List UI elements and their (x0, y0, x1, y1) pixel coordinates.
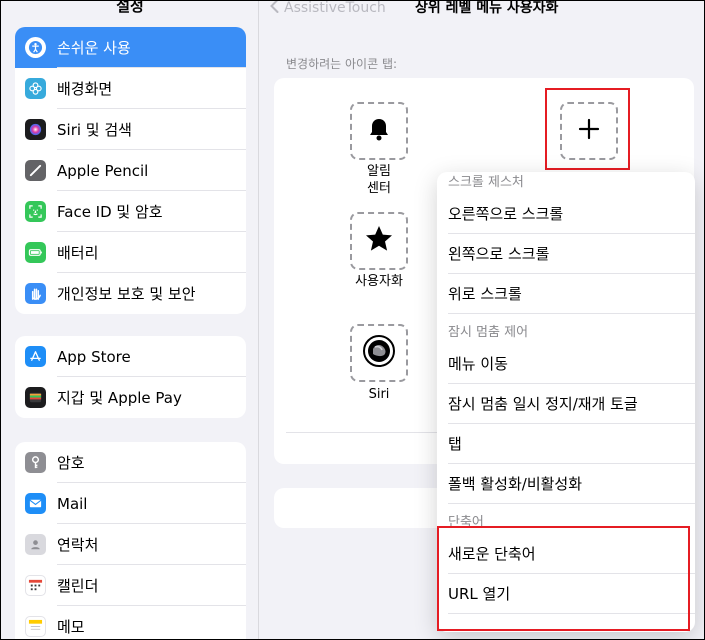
sidebar-item-label: 배경화면 (57, 80, 113, 98)
settings-sidebar: 설정 손쉬운 사용 배경화면 Siri 및 검색 Apple Pencil Fa… (1, 0, 259, 639)
action-popup-menu: 스크롤 제스처 오른쪽으로 스크롤 왼쪽으로 스크롤 위로 스크롤 잠시 멈춤 … (437, 172, 695, 632)
key-icon (25, 452, 46, 473)
slot-label-notification-center: 알림 센터 (339, 163, 419, 197)
sidebar-item-contacts[interactable]: 연락처 (15, 524, 246, 565)
siri-icon (25, 119, 46, 140)
slot-notification-center[interactable] (350, 102, 408, 160)
slot-label-custom: 사용자화 (355, 274, 403, 289)
sidebar-item-apple-pencil[interactable]: Apple Pencil (15, 150, 246, 191)
notes-icon (25, 616, 46, 637)
slot-add[interactable] (560, 102, 618, 160)
star-icon (364, 224, 394, 258)
sidebar-item-notes[interactable]: 메모 (15, 606, 246, 639)
sidebar-item-label: 캘린더 (57, 577, 99, 595)
mail-icon (25, 493, 46, 514)
sidebar-item-label: Face ID 및 암호 (57, 203, 163, 221)
menu-separator (437, 504, 695, 512)
contacts-icon (25, 534, 46, 555)
menu-item-scroll-up[interactable]: 위로 스크롤 (437, 274, 695, 314)
menu-item-new-shortcut[interactable]: 새로운 단축어 (437, 534, 695, 574)
menu-item-scroll-left[interactable]: 왼쪽으로 스크롤 (437, 234, 695, 274)
battery-icon (25, 242, 46, 263)
menu-section-header-scroll: 스크롤 제스처 (448, 175, 524, 190)
screenshot-frame: 설정 손쉬운 사용 배경화면 Siri 및 검색 Apple Pencil Fa… (0, 0, 705, 640)
sidebar-item-label: Mail (57, 494, 88, 513)
menu-section-header-dwell: 잠시 멈춤 제어 (448, 325, 529, 340)
face-id-icon (25, 201, 46, 222)
sidebar-item-siri[interactable]: Siri 및 검색 (15, 109, 246, 150)
bell-icon (365, 115, 393, 147)
calendar-icon (25, 575, 46, 596)
sidebar-item-face-id[interactable]: Face ID 및 암호 (15, 191, 246, 232)
menu-item-fallback-toggle[interactable]: 폴백 활성화/비활성화 (437, 464, 695, 504)
chevron-left-icon (270, 1, 279, 19)
sidebar-item-label: 지갑 및 Apple Pay (57, 389, 182, 407)
menu-item-move-menu[interactable]: 메뉴 이동 (437, 344, 695, 384)
sidebar-item-label: 개인정보 보호 및 보안 (57, 285, 196, 303)
back-button-label: AssistiveTouch (284, 0, 386, 16)
sidebar-item-label: Apple Pencil (57, 161, 149, 180)
sidebar-item-label: Siri 및 검색 (57, 121, 132, 139)
siri-orb-icon (362, 334, 396, 372)
plus-icon (577, 117, 601, 145)
menu-item-toggle-dwell[interactable]: 잠시 멈춤 일시 정지/재개 토글 (437, 384, 695, 424)
app-store-icon (25, 346, 46, 367)
sidebar-item-calendar[interactable]: 캘린더 (15, 565, 246, 606)
sidebar-item-mail[interactable]: Mail (15, 483, 246, 524)
slot-label-line: 알림 센터 (367, 164, 391, 196)
sidebar-item-wallpaper[interactable]: 배경화면 (15, 68, 246, 109)
sidebar-item-wallet[interactable]: 지갑 및 Apple Pay (15, 377, 246, 418)
sidebar-item-label: 암호 (57, 454, 85, 472)
sidebar-item-privacy[interactable]: 개인정보 보호 및 보안 (15, 273, 246, 314)
sidebar-group-apps: 암호 Mail 연락처 캘린더 메모 (15, 442, 246, 639)
sidebar-item-label: 배터리 (57, 244, 99, 262)
sidebar-item-passwords[interactable]: 암호 (15, 442, 246, 483)
menu-item-scroll-right[interactable]: 오른쪽으로 스크롤 (437, 194, 695, 234)
sidebar-item-app-store[interactable]: App Store (15, 336, 246, 377)
back-button[interactable]: AssistiveTouch (270, 0, 386, 19)
menu-item-tap[interactable]: 탭 (437, 424, 695, 464)
sidebar-item-label: 연락처 (57, 536, 99, 554)
pencil-icon (25, 160, 46, 181)
menu-separator (437, 314, 695, 322)
icons-section-caption: 변경하려는 아이콘 탭: (286, 57, 398, 71)
slot-label-siri: Siri (368, 387, 390, 402)
slot-custom[interactable] (350, 212, 408, 270)
privacy-hand-icon (25, 283, 46, 304)
wallet-icon (25, 387, 46, 408)
sidebar-title: 설정 (116, 0, 144, 15)
sidebar-item-accessibility[interactable]: 손쉬운 사용 (15, 27, 246, 68)
wallpaper-icon (25, 78, 46, 99)
accessibility-icon (25, 37, 46, 58)
menu-item-open-url[interactable]: URL 열기 (437, 574, 695, 614)
sidebar-item-battery[interactable]: 배터리 (15, 232, 246, 273)
sidebar-group-general: 손쉬운 사용 배경화면 Siri 및 검색 Apple Pencil Face … (15, 27, 246, 314)
sidebar-group-store: App Store 지갑 및 Apple Pay (15, 336, 246, 418)
sidebar-item-label: 손쉬운 사용 (57, 39, 131, 57)
sidebar-item-label: 메모 (57, 618, 85, 636)
page-title: 상위 레벨 메뉴 사용자화 (415, 0, 559, 16)
slot-siri[interactable] (350, 324, 408, 382)
sidebar-item-label: App Store (57, 347, 131, 366)
menu-section-header-shortcuts: 단축어 (448, 515, 484, 530)
